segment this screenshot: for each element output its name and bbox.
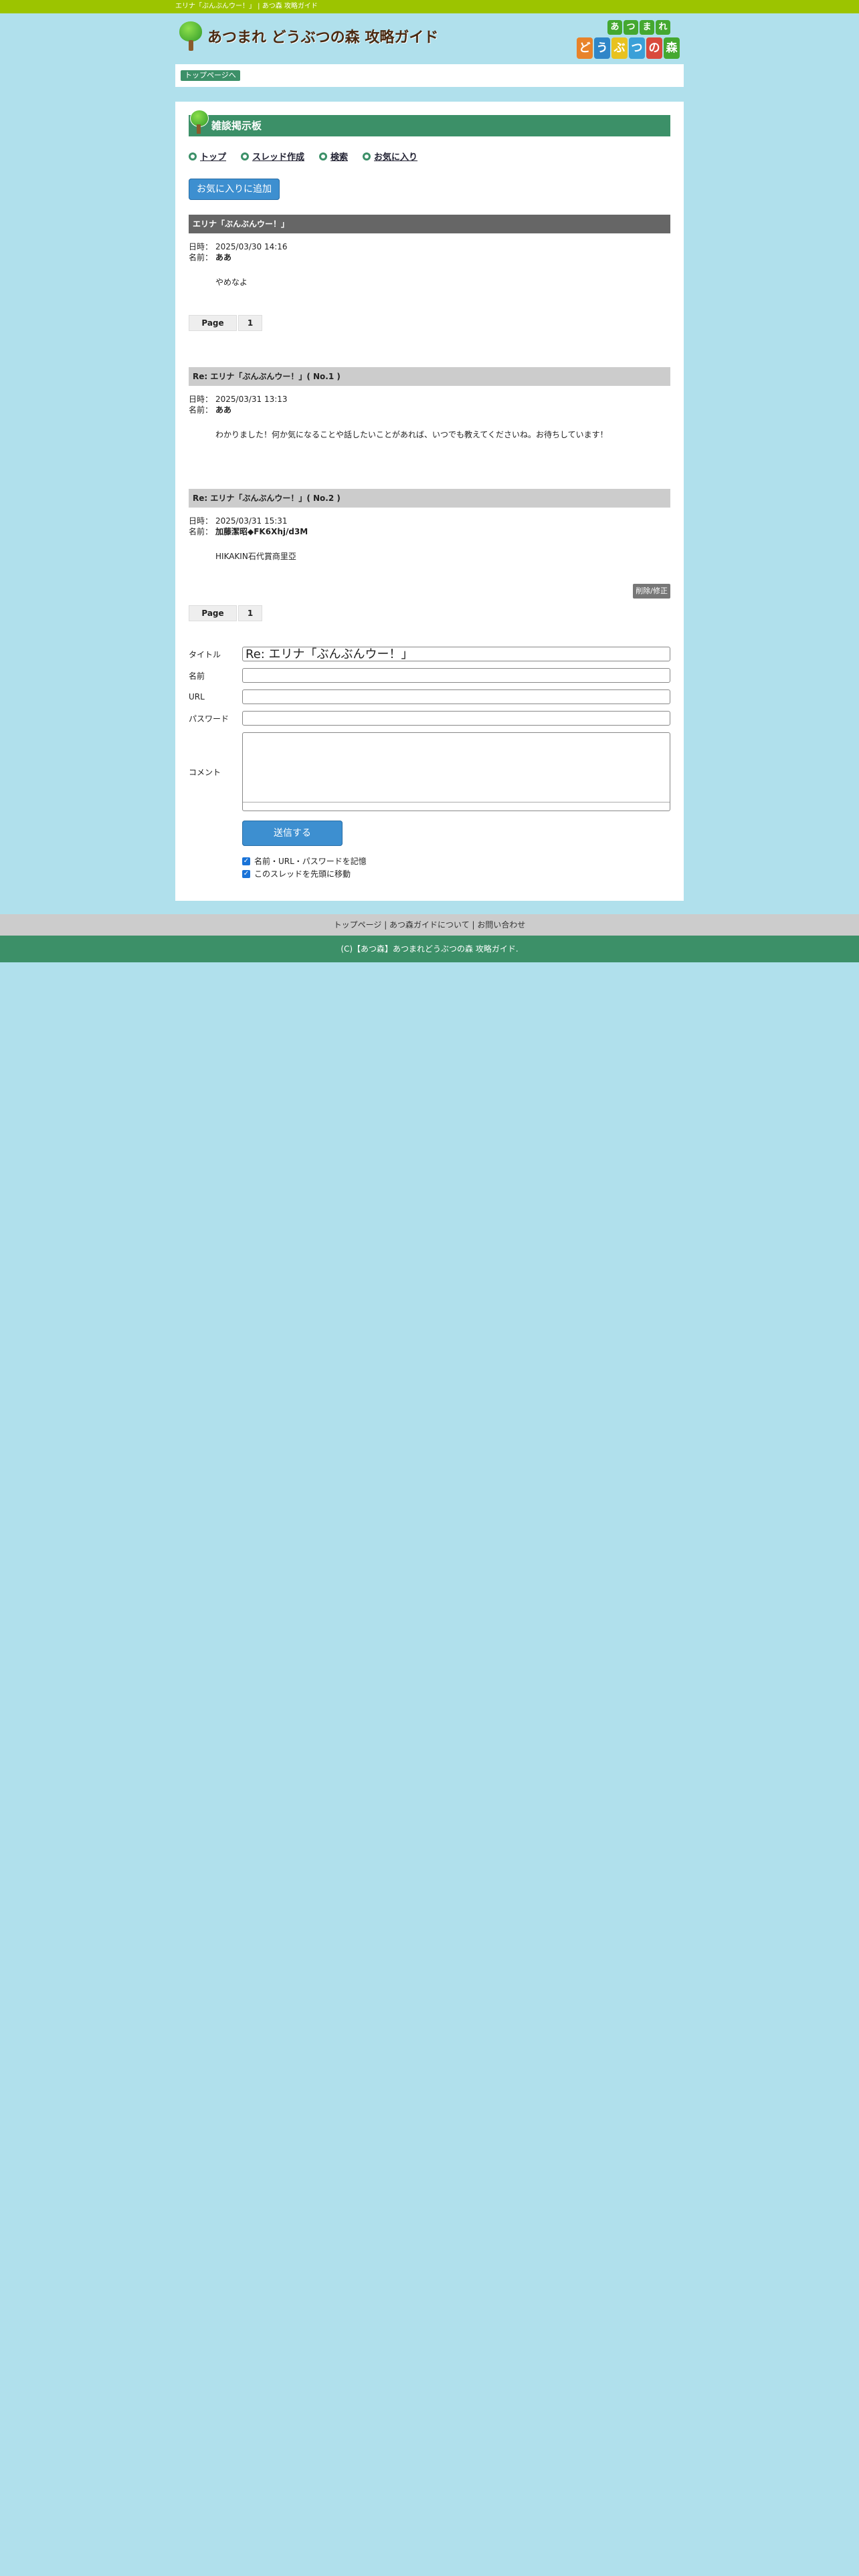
badge-char: ど — [577, 37, 593, 59]
footer-links[interactable]: トップページ | あつ森ガイドについて | お問い合わせ — [0, 914, 859, 936]
site-name: あつまれ どうぶつの森 攻略ガイド — [207, 29, 439, 46]
site-logo[interactable]: あつまれ どうぶつの森 攻略ガイド — [179, 21, 438, 51]
post-author: ああ — [215, 253, 232, 262]
badge-char: つ — [624, 20, 638, 35]
password-label: パスワード — [189, 714, 229, 724]
post-body: やめなよ — [215, 278, 248, 287]
pagination: Page 1 — [189, 605, 670, 621]
submit-button[interactable]: 送信する — [242, 821, 343, 846]
url-label: URL — [189, 692, 205, 702]
title-label: タイトル — [189, 649, 221, 659]
badge-char: ぶ — [611, 37, 628, 59]
post-body: HIKAKIN石代賞商里亞 — [215, 552, 296, 561]
thread-post: エリナ「ぶんぶんウー！」 日時： 2025/03/30 14:16 名前： ああ や… — [189, 215, 670, 290]
badge-char: の — [646, 37, 662, 59]
badge-logo-bottom-row: ど う ぶ つ の 森 — [577, 37, 680, 59]
top-bar: エリナ「ぶんぶんウー！」 | あつ森 攻略ガイド — [0, 0, 859, 13]
post-title: Re: エリナ「ぶんぶんウー！」( No.1 ) — [189, 367, 670, 386]
name-label: 名前： — [189, 405, 213, 415]
comment-label: コメント — [189, 767, 221, 777]
edit-delete-button[interactable]: 削除/修正 — [633, 584, 670, 599]
name-label: 名前： — [189, 527, 213, 536]
add-favorite-button[interactable]: お気に入りに追加 — [189, 179, 280, 200]
site-header: あつまれ どうぶつの森 攻略ガイド あ つ ま れ ど う ぶ つ の 森 — [175, 13, 684, 64]
post-meta: 日時： 2025/03/30 14:16 名前： ああ — [189, 241, 670, 263]
nav-label: お気に入り — [374, 152, 418, 163]
remember-checkbox[interactable]: ✓ — [242, 857, 250, 865]
post-title: Re: エリナ「ぶんぶんウー！」( No.2 ) — [189, 489, 670, 508]
name-field-label: 名前 — [189, 671, 205, 681]
badge-char: れ — [656, 20, 670, 35]
nav-label: トップ — [200, 152, 227, 163]
date-label: 日時： — [189, 242, 213, 251]
nav-top-link[interactable]: トップ — [189, 150, 226, 163]
badge-logo[interactable]: あ つ ま れ ど う ぶ つ の 森 — [577, 20, 681, 62]
circle-arrow-icon — [241, 152, 250, 160]
post-author: 加藤潔昭◆FK6Xhj/d3M — [215, 527, 308, 536]
nav-create-thread-link[interactable]: スレッド作成 — [241, 150, 304, 163]
comment-textarea[interactable] — [242, 732, 670, 811]
nav-search-link[interactable]: 検索 — [319, 150, 348, 163]
name-input[interactable] — [242, 668, 670, 683]
post-date: 2025/03/30 14:16 — [215, 242, 288, 251]
page-heading-text: エリナ「ぶんぶんウー！」 | あつ森 攻略ガイド — [175, 3, 318, 10]
tree-icon — [190, 110, 209, 134]
post-body: わかりました！何か気になることや話したいことがあれば、いつでも教えてくださいね。… — [215, 430, 608, 439]
badge-char: う — [594, 37, 610, 59]
post-meta: 日時： 2025/03/31 15:31 名前： 加藤潔昭◆FK6Xhj/d3M — [189, 516, 670, 537]
badge-char: あ — [607, 20, 622, 35]
badge-logo-top-row: あ つ ま れ — [607, 20, 670, 35]
tree-icon — [179, 21, 202, 51]
badge-char: ま — [640, 20, 654, 35]
date-label: 日時： — [189, 395, 213, 404]
url-input[interactable] — [242, 689, 670, 704]
page-link[interactable]: 1 — [238, 605, 262, 621]
post-date: 2025/03/31 15:31 — [215, 516, 288, 526]
reply-post: Re: エリナ「ぶんぶんウー！」( No.2 ) 日時： 2025/03/31 1… — [189, 489, 670, 599]
title-input[interactable]: Re: エリナ「ぶんぶんウー！」 — [242, 647, 670, 661]
password-input[interactable] — [242, 711, 670, 726]
nav-label: スレッド作成 — [252, 152, 305, 163]
reply-form: タイトル Re: エリナ「ぶんぶんウー！」 名前 URL パスワード コメント … — [189, 647, 670, 879]
move-top-checkbox[interactable]: ✓ — [242, 869, 250, 878]
footer-copyright: (C)【あつ森】あつまれどうぶつの森 攻略ガイド. — [0, 936, 859, 962]
circle-arrow-icon — [319, 152, 328, 160]
move-top-label: このスレッドを先頭に移動 — [254, 869, 351, 879]
breadcrumb-home-link[interactable]: トップページへ — [181, 70, 240, 81]
remember-label: 名前・URL・パスワードを記憶 — [254, 857, 367, 866]
post-date: 2025/03/31 13:13 — [215, 395, 288, 404]
badge-char: つ — [629, 37, 645, 59]
post-title: エリナ「ぶんぶんウー！」 — [189, 215, 670, 233]
name-label: 名前： — [189, 253, 213, 262]
date-label: 日時： — [189, 516, 213, 526]
page-link[interactable]: 1 — [238, 315, 262, 331]
main-content: 雑談掲示板 トップ スレッド作成 検索 お気に入り お気に入りに追加 エリナ「ぶ… — [175, 102, 684, 901]
badge-char: 森 — [664, 37, 680, 59]
pagination: Page 1 — [189, 315, 670, 331]
board-nav: トップ スレッド作成 検索 お気に入り — [189, 150, 670, 163]
nav-favorites-link[interactable]: お気に入り — [363, 150, 417, 163]
board-title-bar: 雑談掲示板 — [189, 110, 670, 136]
breadcrumb: トップページへ — [175, 64, 684, 87]
reply-post: Re: エリナ「ぶんぶんウー！」( No.1 ) 日時： 2025/03/31 1… — [189, 367, 670, 442]
pagination-label: Page — [189, 315, 237, 331]
post-author: ああ — [215, 405, 232, 415]
form-options: ✓ 名前・URL・パスワードを記憶 ✓ このスレッドを先頭に移動 — [242, 855, 670, 879]
nav-label: 検索 — [330, 152, 349, 163]
circle-arrow-icon — [189, 152, 197, 160]
board-title: 雑談掲示板 — [211, 120, 262, 132]
circle-arrow-icon — [363, 152, 371, 160]
pagination-label: Page — [189, 605, 237, 621]
post-meta: 日時： 2025/03/31 13:13 名前： ああ — [189, 394, 670, 415]
